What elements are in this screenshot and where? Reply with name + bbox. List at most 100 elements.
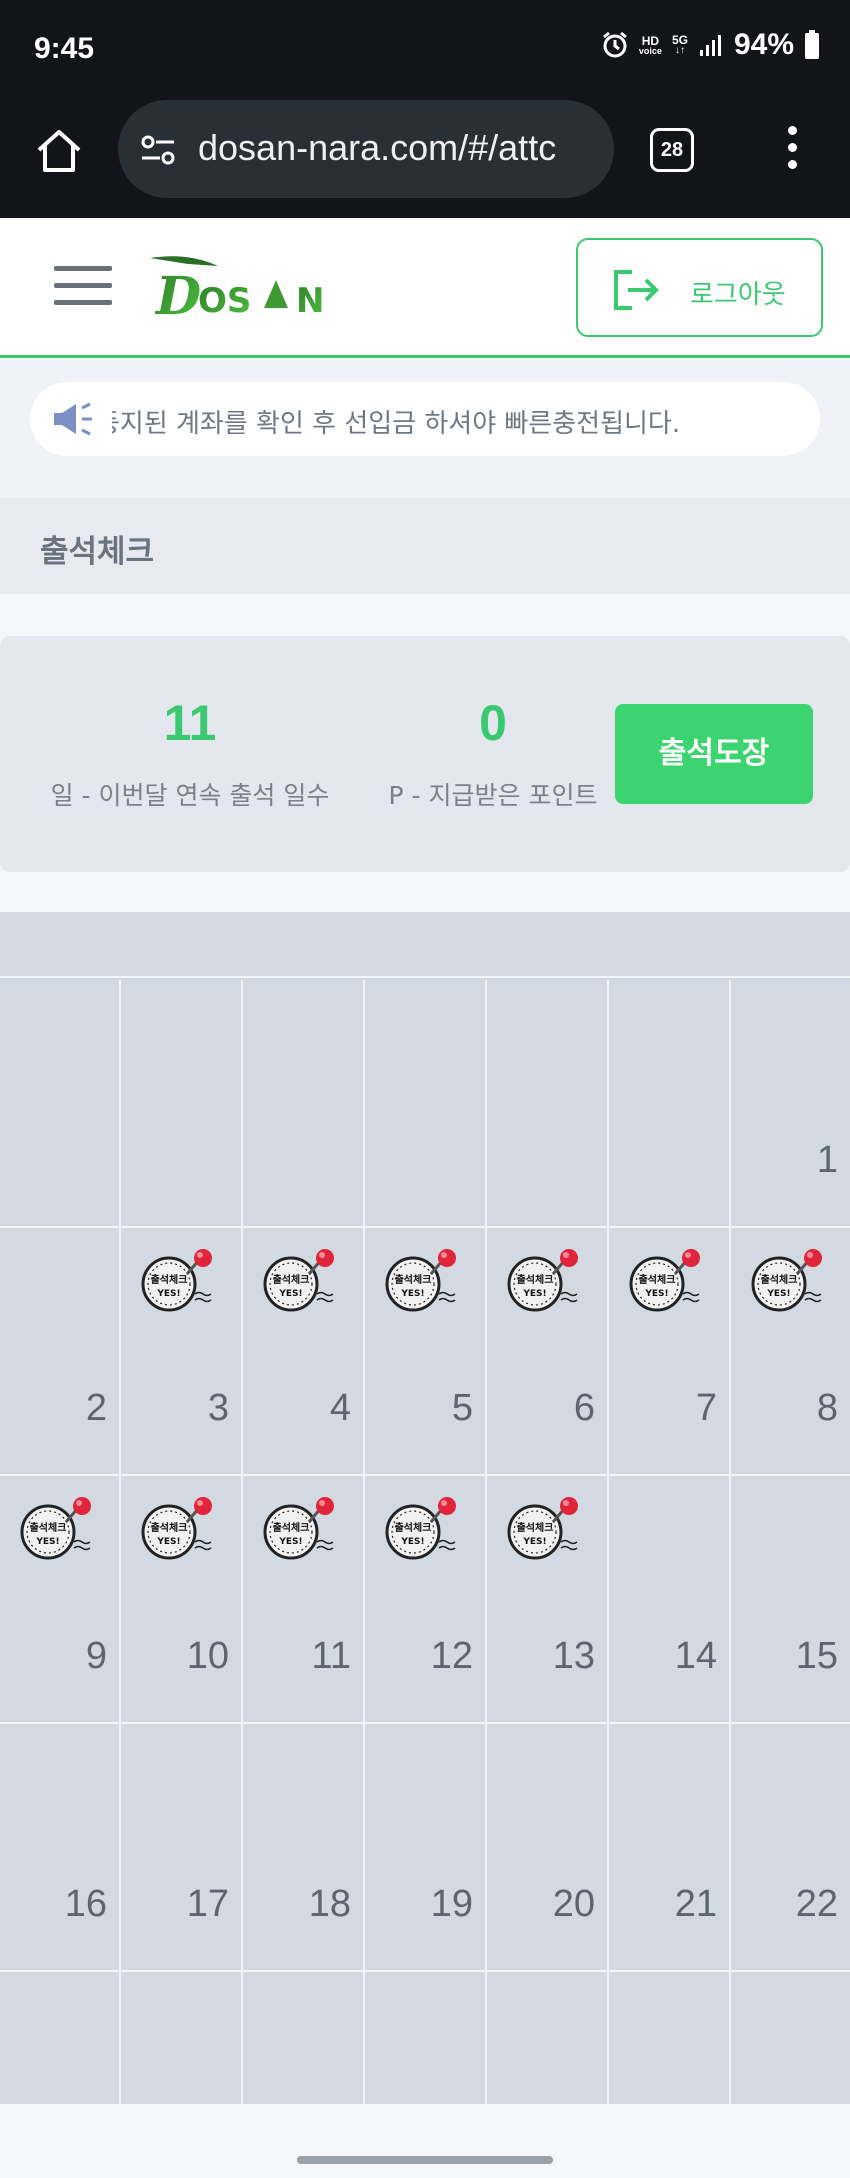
svg-text:YES!: YES! xyxy=(278,1537,302,1547)
notice-section: 등지된 계좌를 확인 후 선입금 하셔야 빠른충전됩니다. xyxy=(0,360,850,498)
more-vert-icon[interactable] xyxy=(778,126,806,174)
calendar-day-cell: 출석체크 YES! 8 xyxy=(731,1228,850,1474)
dosan-logo[interactable]: D OS N xyxy=(148,250,348,330)
calendar-day-number: 15 xyxy=(795,1635,838,1677)
calendar-day-number: 13 xyxy=(552,1635,595,1677)
svg-text:출석체크: 출석체크 xyxy=(273,1521,310,1534)
calendar-day-number: 12 xyxy=(430,1635,473,1677)
svg-text:출석체크: 출석체크 xyxy=(30,1521,67,1534)
calendar-day-cell: 15 xyxy=(731,1476,850,1722)
section-header: 출석체크 xyxy=(0,498,850,594)
network-5g-label: 5G ↓↑ xyxy=(671,33,688,56)
calendar-day-cell: 1 xyxy=(731,980,850,1226)
calendar-day-cell xyxy=(365,980,487,1226)
site-header: D OS N 로그아웃 xyxy=(0,220,850,358)
system-nav-bar xyxy=(0,2104,850,2178)
attendance-stamp-icon: 출석체크 YES! xyxy=(629,1249,700,1312)
svg-text:출석체크: 출석체크 xyxy=(639,1273,676,1286)
calendar-day-cell xyxy=(121,980,243,1226)
points-label: P - 지급받은 포인트 xyxy=(388,781,598,810)
battery-percent: 94% xyxy=(733,28,794,61)
gesture-handle[interactable] xyxy=(297,2156,553,2164)
calendar-day-number: 6 xyxy=(573,1387,595,1429)
calendar-day-number: 18 xyxy=(308,1883,351,1925)
calendar-day-cell: 18 xyxy=(243,1724,365,1970)
attendance-stamp-button[interactable]: 출석도장 xyxy=(615,704,813,804)
notice-text: 등지된 계좌를 확인 후 선입금 하셔야 빠른충전됩니다. xyxy=(112,409,681,439)
logout-label: 로그아웃 xyxy=(690,280,786,310)
points-stat: 0 P - 지급받은 포인트 xyxy=(378,694,608,812)
calendar-day-cell: 출석체크 YES! 7 xyxy=(609,1228,731,1474)
calendar-day-number: 16 xyxy=(64,1883,107,1925)
svg-text:출석체크: 출석체크 xyxy=(273,1273,310,1286)
calendar-day-cell: 출석체크 YES! 4 xyxy=(243,1228,365,1474)
calendar-day-number: 8 xyxy=(816,1387,838,1429)
svg-text:YES!: YES! xyxy=(156,1537,180,1547)
logout-icon xyxy=(614,270,659,310)
svg-text:출석체크: 출석체크 xyxy=(761,1273,798,1286)
signal-icon xyxy=(699,35,721,56)
spacer xyxy=(0,872,850,912)
calendar-day-cell: 17 xyxy=(121,1724,243,1970)
tabs-button[interactable]: 28 xyxy=(650,128,694,172)
site-settings-icon[interactable] xyxy=(140,132,176,168)
svg-text:출석체크: 출석체크 xyxy=(395,1273,432,1286)
megaphone-icon xyxy=(54,402,92,436)
calendar-week-row: 2 출석체크 YES! 3 출석체크 YES! 4 출석체크 YES! 5 출석체크 YES! 6 출석체… xyxy=(0,1228,850,1476)
svg-text:출석체크: 출석체크 xyxy=(517,1273,554,1286)
address-bar[interactable]: dosan-nara.com/#/attc xyxy=(118,100,614,198)
logout-button[interactable]: 로그아웃 xyxy=(576,238,823,337)
consecutive-days-stat: 11 일 - 이번달 연속 출석 일수 xyxy=(40,694,340,812)
hamburger-menu-icon[interactable] xyxy=(54,266,112,308)
calendar-day-number: 9 xyxy=(85,1635,107,1677)
home-icon[interactable] xyxy=(34,126,84,176)
alarm-icon xyxy=(602,31,627,58)
svg-text:YES!: YES! xyxy=(766,1289,790,1299)
calendar-day-cell: 출석체크 YES! 13 xyxy=(487,1476,609,1722)
calendar-day-cell: 출석체크 YES! 11 xyxy=(243,1476,365,1722)
status-icons: HD voice 5G ↓↑ 94% xyxy=(601,28,820,62)
calendar-header xyxy=(0,912,850,978)
calendar-day-number: 21 xyxy=(674,1883,717,1925)
calendar-day-number: 10 xyxy=(186,1635,229,1677)
calendar-day-cell: 출석체크 YES! 6 xyxy=(487,1228,609,1474)
attendance-stamp-icon: 출석체크 YES! xyxy=(751,1249,822,1312)
calendar-day-cell xyxy=(0,980,121,1226)
calendar-day-number: 4 xyxy=(329,1387,351,1429)
calendar-day-cell xyxy=(243,980,365,1226)
svg-text:YES!: YES! xyxy=(522,1537,546,1547)
calendar-day-cell: 출석체크 YES! 5 xyxy=(365,1228,487,1474)
calendar-day-cell xyxy=(487,980,609,1226)
svg-text:N: N xyxy=(296,281,324,321)
calendar-day-number: 19 xyxy=(430,1883,473,1925)
attendance-stamp-icon: 출석체크 YES! xyxy=(141,1497,212,1560)
svg-text:출석체크: 출석체크 xyxy=(151,1273,188,1286)
status-bar: 9:45 HD voice 5G ↓↑ 94% xyxy=(0,0,850,100)
spacer xyxy=(0,594,850,634)
calendar-day-cell: 출석체크 YES! 12 xyxy=(365,1476,487,1722)
calendar-day-number: 5 xyxy=(451,1387,473,1429)
svg-text:OS: OS xyxy=(198,281,251,321)
attendance-stamp-icon: 출석체크 YES! xyxy=(263,1497,334,1560)
calendar-day-number: 17 xyxy=(186,1883,229,1925)
calendar-day-cell: 14 xyxy=(609,1476,731,1722)
svg-text:출석체크: 출석체크 xyxy=(395,1521,432,1534)
calendar-day-cell: 2 xyxy=(0,1228,121,1474)
status-time: 9:45 xyxy=(34,32,95,65)
calendar-week-row: 출석체크 YES! 9 출석체크 YES! 10 출석체크 YES! 11 출석체크 YES! 12 출… xyxy=(0,1476,850,1724)
attendance-stamp-icon: 출석체크 YES! xyxy=(263,1249,334,1312)
attendance-stamp-icon: 출석체크 YES! xyxy=(507,1497,578,1560)
battery-icon xyxy=(805,30,819,59)
svg-text:YES!: YES! xyxy=(400,1289,424,1299)
calendar-week-row: 16 17 18 19 20 21 22 xyxy=(0,1724,850,1972)
attendance-calendar: 1 2 출석체크 YES! 3 출석체크 YES! 4 출석체크 YES! 5 출석체크 YES! 6 출석… xyxy=(0,912,850,2178)
svg-text:YES!: YES! xyxy=(35,1537,59,1547)
svg-text:출석체크: 출석체크 xyxy=(151,1521,188,1534)
calendar-day-cell: 16 xyxy=(0,1724,121,1970)
url-text[interactable]: dosan-nara.com/#/attc xyxy=(198,127,598,169)
attendance-stamp-icon: 출석체크 YES! xyxy=(20,1497,91,1560)
consecutive-days-value: 11 xyxy=(163,695,217,751)
attendance-stamp-icon: 출석체크 YES! xyxy=(385,1249,456,1312)
svg-text:D: D xyxy=(154,266,201,327)
calendar-day-cell: 출석체크 YES! 9 xyxy=(0,1476,121,1722)
